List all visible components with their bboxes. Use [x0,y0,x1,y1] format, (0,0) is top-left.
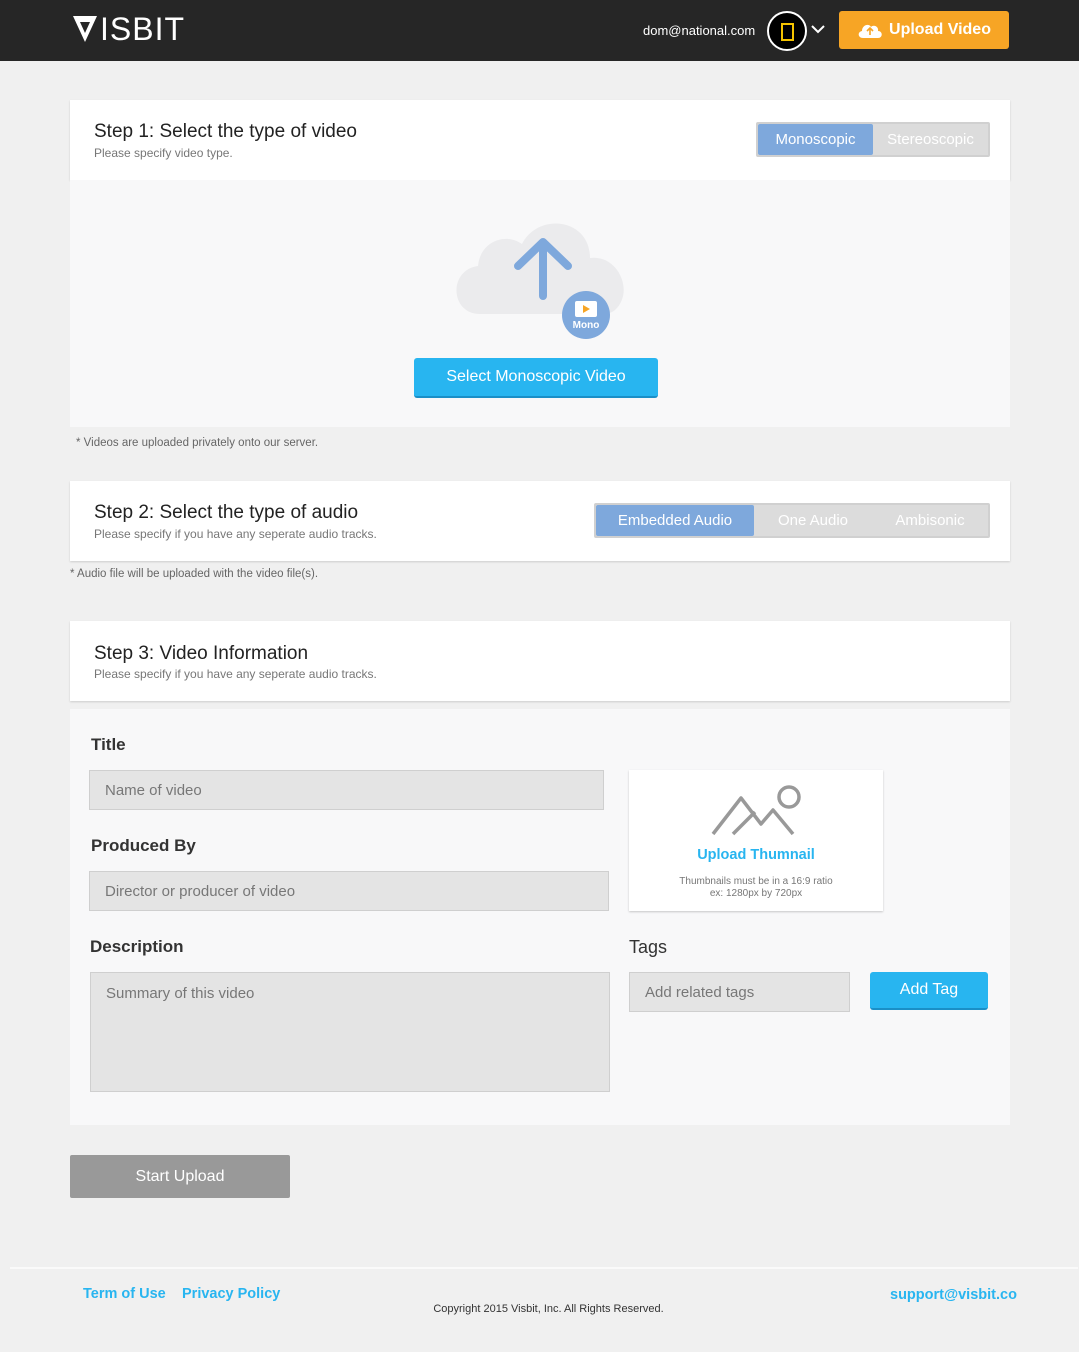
footer-divider [10,1267,1078,1269]
title-input[interactable]: Name of video [89,770,604,810]
upload-video-button[interactable]: Upload Video [839,11,1009,49]
logo-text: ISBIT [100,11,186,47]
support-email-link[interactable]: support@visbit.co [890,1287,1017,1303]
produced-by-input[interactable]: Director or producer of video [89,871,609,911]
national-geographic-icon [781,23,794,41]
terms-link[interactable]: Term of Use [83,1286,166,1302]
step3-title: Step 3: Video Information [94,643,309,664]
tags-input[interactable]: Add related tags [629,972,850,1012]
description-label: Description [90,937,184,956]
privacy-link[interactable]: Privacy Policy [182,1286,280,1302]
video-info-panel: Title Name of video Produced By Director… [70,709,1010,1125]
select-monoscopic-button[interactable]: Select Monoscopic Video [414,358,658,398]
mono-badge-label: Mono [572,320,600,331]
top-navbar: ISBIT dom@national.com Upload Video [0,0,1079,61]
visbit-logo[interactable]: ISBIT [72,12,185,46]
thumbnail-note: Thumbnails must be in a 16:9 ratio ex: 1… [629,876,883,900]
step3-card: Step 3: Video Information Please specify… [70,621,1010,701]
option-monoscopic[interactable]: Monoscopic [758,124,873,155]
upload-thumbnail-title: Upload Thumnail [697,847,815,863]
step2-title: Step 2: Select the type of audio [94,502,359,523]
add-tag-button[interactable]: Add Tag [870,972,988,1010]
audio-type-toggle: Embedded Audio One Audio Ambisonic [594,503,990,538]
step1-title: Step 1: Select the type of video [94,121,358,142]
video-badge-icon [562,291,610,339]
option-embedded-audio[interactable]: Embedded Audio [596,505,754,536]
tags-label: Tags [629,937,668,957]
user-email[interactable]: dom@national.com [643,23,755,38]
option-one-audio[interactable]: One Audio [754,505,872,536]
produced-by-label: Produced By [91,836,196,855]
step2-subtitle: Please specify if you have any seperate … [94,527,377,541]
step1-subtitle: Please specify video type. [94,146,233,160]
avatar[interactable] [767,11,807,51]
step2-card: Step 2: Select the type of audio Please … [70,481,1010,561]
title-label: Title [91,735,126,754]
thumbnail-note-ratio: Thumbnails must be in a 16:9 ratio [679,876,833,887]
step3-subtitle: Please specify if you have any seperate … [94,667,377,681]
thumbnail-note-size: ex: 1280px by 720px [709,888,803,899]
cloud-upload-icon [858,24,882,38]
step2-note: * Audio file will be uploaded with the v… [70,568,319,580]
chevron-down-icon[interactable] [811,24,825,34]
step1-card: Step 1: Select the type of video Please … [70,100,1010,180]
option-stereoscopic[interactable]: Stereoscopic [873,124,988,155]
step1-note: * Videos are uploaded privately onto our… [76,437,319,449]
option-ambisonic[interactable]: Ambisonic [872,505,988,536]
copyright-text: Copyright 2015 Visbit, Inc. All Rights R… [433,1303,664,1315]
upload-thumbnail-box[interactable]: Upload Thumnail Thumbnails must be in a … [629,770,883,911]
logo-v-icon [73,16,97,42]
description-textarea[interactable]: Summary of this video [90,972,610,1092]
video-type-toggle: Monoscopic Stereoscopic [756,122,990,157]
mountain-image-icon [711,785,801,836]
start-upload-button[interactable]: Start Upload [70,1155,290,1198]
upload-video-label: Upload Video [889,21,991,38]
video-select-panel: Mono Select Monoscopic Video [70,180,1010,427]
